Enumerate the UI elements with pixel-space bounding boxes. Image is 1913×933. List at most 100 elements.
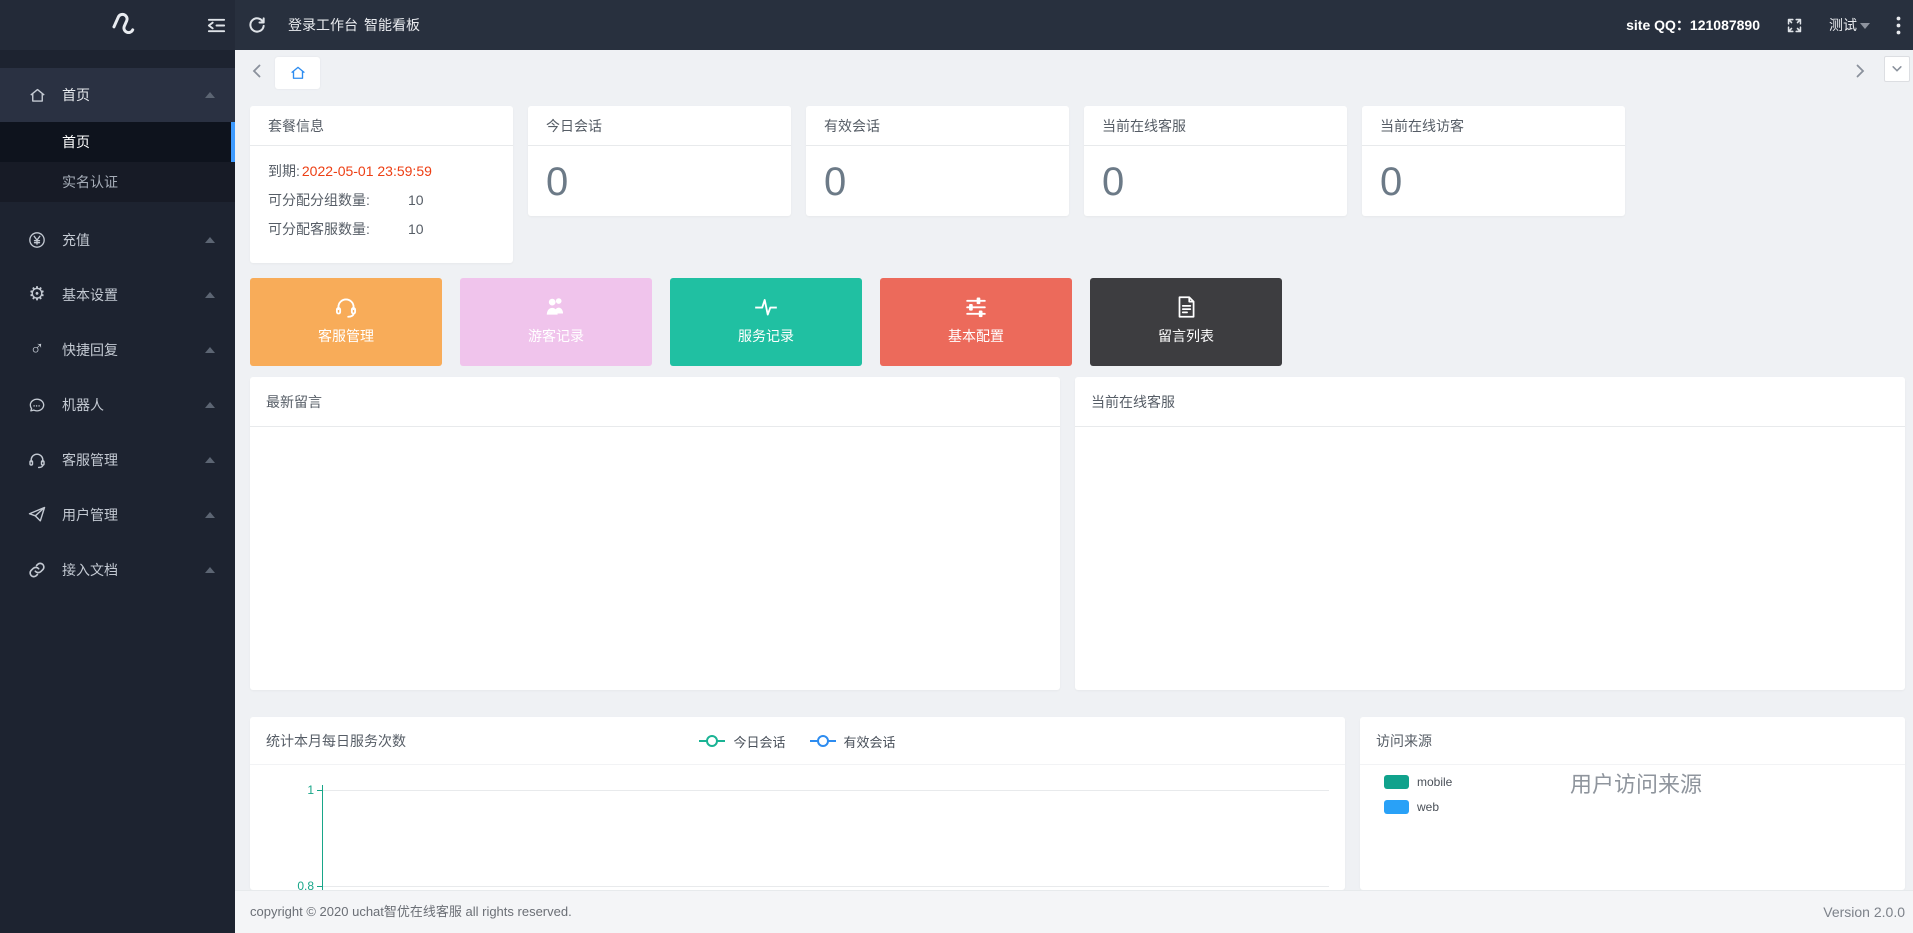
plan-expire-row: 到期:2022-05-01 23:59:59 <box>268 157 495 186</box>
settings-icon: ⚙ <box>26 284 48 306</box>
user-menu[interactable]: 测试 <box>1829 15 1870 35</box>
app-logo-icon <box>109 7 139 43</box>
agent-icon <box>26 449 48 471</box>
pulse-icon <box>753 294 779 320</box>
chevron-down-icon <box>1860 23 1870 29</box>
sidebar-fold-icon[interactable] <box>206 15 227 36</box>
quick-button-visitor-log[interactable]: 游客记录 <box>460 278 652 366</box>
legend-item-mobile[interactable]: mobile <box>1384 769 1452 794</box>
y-axis-tick-label: 0.8 <box>288 879 314 890</box>
chevron-up-icon <box>205 457 215 463</box>
plan-groups-value: 10 <box>408 186 424 215</box>
panel-title: 访问来源 <box>1376 717 1432 765</box>
quick-button-service-log[interactable]: 服务记录 <box>670 278 862 366</box>
quick-reply-icon: ♂ <box>26 339 48 361</box>
site-qq-text: site QQ：121087890 <box>1626 15 1760 35</box>
y-axis-line <box>322 785 323 890</box>
card-plan-info: 套餐信息 到期:2022-05-01 23:59:59 可分配分组数量:10 可… <box>250 106 513 263</box>
sidebar-group-quick-reply[interactable]: ♂ 快捷回复 <box>0 322 235 377</box>
chevron-up-icon <box>205 347 215 353</box>
gridline <box>323 886 1329 887</box>
online-visitors-value: 0 <box>1362 146 1625 205</box>
plan-expire-value: 2022-05-01 23:59:59 <box>302 163 432 179</box>
gridline <box>323 790 1329 791</box>
plan-agents-row: 可分配客服数量:10 <box>268 215 495 244</box>
footer: copyright © 2020 uchat智优在线客服 all rights … <box>235 890 1913 933</box>
source-legend: mobile web <box>1384 769 1452 819</box>
sidebar-group-label: 快捷回复 <box>62 340 118 360</box>
sidebar-group-users[interactable]: 用户管理 <box>0 487 235 542</box>
line-marker-icon <box>699 740 725 742</box>
sidebar-group-label: 接入文档 <box>62 560 118 580</box>
sidebar-group-docs[interactable]: 接入文档 <box>0 542 235 597</box>
panel-title: 最新留言 <box>250 377 1060 427</box>
chevron-up-icon <box>205 402 215 408</box>
home-icon <box>26 84 48 106</box>
card-online-agents: 当前在线客服 0 <box>1084 106 1347 216</box>
chevron-up-icon <box>205 567 215 573</box>
fullscreen-icon[interactable] <box>1786 17 1803 34</box>
quick-button-label: 游客记录 <box>460 326 652 346</box>
line-marker-icon <box>810 740 836 742</box>
panel-online-agents: 当前在线客服 <box>1075 377 1905 690</box>
quick-button-agents[interactable]: 客服管理 <box>250 278 442 366</box>
sidebar-group-label: 客服管理 <box>62 450 118 470</box>
web-swatch-icon <box>1384 800 1409 814</box>
sidebar-group-settings[interactable]: ⚙ 基本设置 <box>0 267 235 322</box>
robot-icon <box>26 394 48 416</box>
today-sessions-value: 0 <box>528 146 791 205</box>
chevron-up-icon <box>205 292 215 298</box>
y-axis-tick-label: 1 <box>288 783 314 797</box>
tabs-scroll-left-icon[interactable] <box>250 63 264 79</box>
card-valid-sessions: 有效会话 0 <box>806 106 1069 216</box>
quick-button-message-list[interactable]: 留言列表 <box>1090 278 1282 366</box>
chevron-up-icon <box>205 512 215 518</box>
quick-button-label: 基本配置 <box>880 326 1072 346</box>
quick-button-label: 服务记录 <box>670 326 862 346</box>
card-title: 当前在线客服 <box>1084 106 1347 146</box>
topnav-dashboard[interactable]: 智能看板 <box>350 0 434 50</box>
sidebar-group-label: 机器人 <box>62 395 104 415</box>
document-icon <box>1173 294 1199 320</box>
card-title: 当前在线访客 <box>1362 106 1625 146</box>
sidebar-group-label: 基本设置 <box>62 285 118 305</box>
tabs-scroll-right-icon[interactable] <box>1853 63 1867 79</box>
recharge-icon <box>26 229 48 251</box>
tabs-dropdown-button[interactable] <box>1884 56 1910 82</box>
refresh-icon[interactable] <box>247 15 267 35</box>
panel-latest-messages: 最新留言 <box>250 377 1060 690</box>
copyright-text: copyright © 2020 uchat智优在线客服 all rights … <box>250 891 572 933</box>
tab-home[interactable] <box>275 57 320 89</box>
card-title: 有效会话 <box>806 106 1069 146</box>
sidebar-group-agents[interactable]: 客服管理 <box>0 432 235 487</box>
sidebar-group-home[interactable]: 首页 <box>0 68 235 122</box>
card-title: 今日会话 <box>528 106 791 146</box>
legend-item-today[interactable]: 今日会话 <box>699 732 785 751</box>
quick-button-label: 留言列表 <box>1090 326 1282 346</box>
card-online-visitors: 当前在线访客 0 <box>1362 106 1625 216</box>
legend-item-web[interactable]: web <box>1384 794 1452 819</box>
sidebar-item-home[interactable]: 首页 <box>0 122 235 162</box>
valid-sessions-value: 0 <box>806 146 1069 205</box>
sidebar: 首页 首页 实名认证 充值 ⚙ 基本设置 ♂ 快捷回复 <box>0 50 235 933</box>
visitors-icon <box>543 294 569 320</box>
card-title: 套餐信息 <box>250 106 513 146</box>
quick-button-basic-config[interactable]: 基本配置 <box>880 278 1072 366</box>
sidebar-group-recharge[interactable]: 充值 <box>0 212 235 267</box>
chart-legend: 今日会话 有效会话 <box>250 717 1345 765</box>
sidebar-group-robot[interactable]: 机器人 <box>0 377 235 432</box>
more-menu-icon[interactable] <box>1896 16 1901 35</box>
sidebar-group-label: 用户管理 <box>62 505 118 525</box>
sidebar-item-realname[interactable]: 实名认证 <box>0 162 235 202</box>
sliders-icon <box>963 294 989 320</box>
logo-area <box>0 0 235 50</box>
sidebar-submenu-home: 首页 实名认证 <box>0 122 235 202</box>
mobile-swatch-icon <box>1384 775 1409 789</box>
docs-icon <box>26 559 48 581</box>
chevron-up-icon <box>205 237 215 243</box>
home-tab-icon <box>289 64 307 82</box>
panel-title: 当前在线客服 <box>1075 377 1905 427</box>
legend-item-valid[interactable]: 有效会话 <box>810 732 896 751</box>
user-icon <box>26 504 48 526</box>
plan-groups-row: 可分配分组数量:10 <box>268 186 495 215</box>
